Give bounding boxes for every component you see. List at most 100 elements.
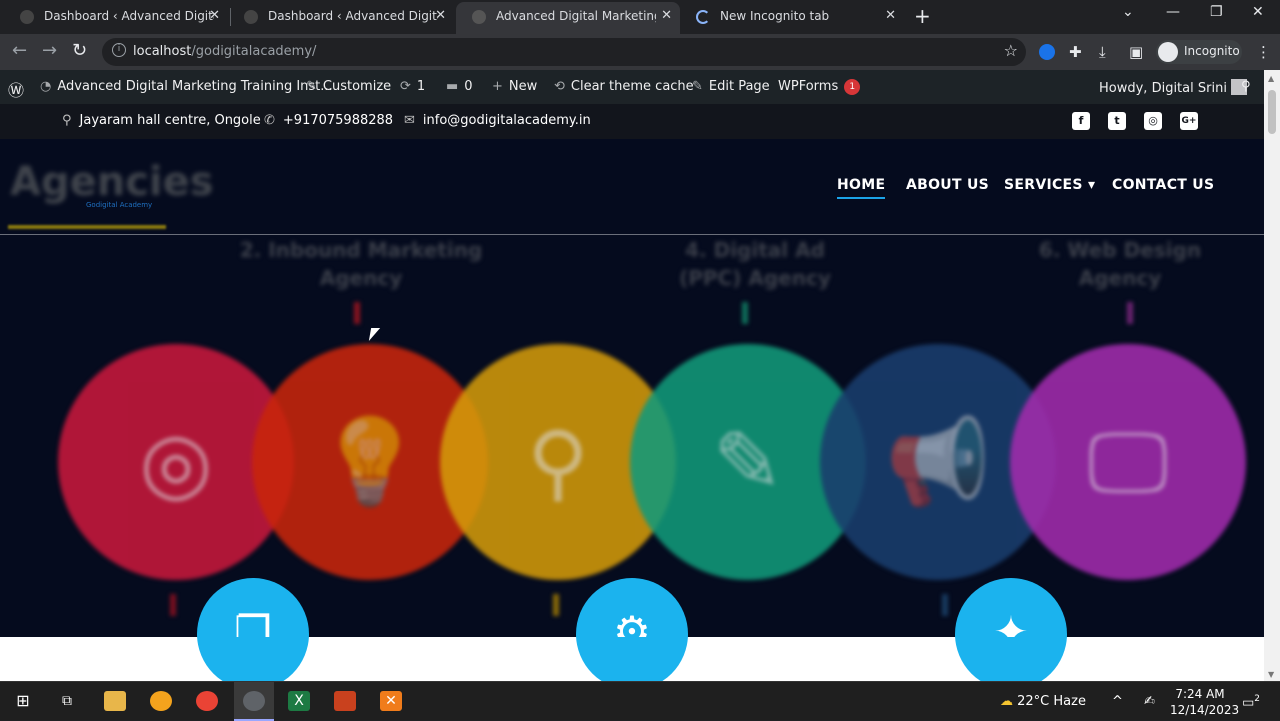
- notification-icon[interactable]: ▭2: [1242, 694, 1260, 710]
- agency-label-line: 6. Web Design: [1038, 238, 1202, 262]
- browser-tab-4[interactable]: New Incognito tab ✕: [680, 2, 904, 34]
- admin-customize[interactable]: ✎ Customize: [306, 79, 391, 94]
- admin-comments[interactable]: ▬ 0: [446, 79, 473, 94]
- forward-icon[interactable]: →: [42, 40, 57, 61]
- site-top-bar: ⚲ Jayaram hall centre, Ongole ✆ +917075988…: [0, 104, 1264, 139]
- admin-edit-page[interactable]: ✎ Edit Page: [692, 79, 770, 94]
- clear-cache-label: Clear theme cache: [570, 79, 694, 94]
- reload-icon[interactable]: ↻: [72, 40, 87, 61]
- extensions-puzzle-icon[interactable]: ✚: [1069, 43, 1082, 61]
- instagram-icon[interactable]: ◎: [1144, 112, 1162, 130]
- scroll-thumb[interactable]: [1268, 90, 1276, 134]
- incognito-icon: [1158, 42, 1178, 62]
- admin-wpforms[interactable]: WPForms 1: [778, 79, 861, 95]
- window-close-icon[interactable]: ✕: [1252, 4, 1264, 20]
- location-pin-icon: ⚲: [62, 113, 72, 128]
- lightbulb-icon: 💡: [317, 412, 423, 511]
- email-info[interactable]: ✉ info@godigitalacademy.in: [404, 113, 591, 128]
- bubble-shape: [576, 637, 688, 681]
- envelope-icon: ✉: [404, 113, 415, 128]
- site-name-label: Advanced Digital Marketing Training Inst…: [57, 79, 333, 94]
- app-icon[interactable]: [150, 691, 172, 711]
- nav-about-us[interactable]: ABOUT US: [906, 177, 989, 193]
- close-icon[interactable]: ✕: [209, 2, 220, 30]
- nav-services[interactable]: SERVICES ▾: [1004, 177, 1095, 193]
- browser-tab-1[interactable]: Dashboard ‹ Advanced Digital Marketing ✕: [4, 2, 228, 34]
- incognito-profile-button[interactable]: Incognito: [1156, 40, 1242, 64]
- site-logo[interactable]: Agencies: [10, 159, 214, 205]
- up-arrow-red: [170, 594, 176, 616]
- file-explorer-icon[interactable]: [104, 691, 126, 711]
- tab-favicon: [472, 10, 486, 24]
- tray-chevron-icon[interactable]: ^: [1112, 694, 1123, 709]
- office-icon[interactable]: [334, 691, 356, 711]
- site-info-icon[interactable]: i: [112, 43, 126, 57]
- extension-icon[interactable]: [1039, 44, 1055, 60]
- weather-icon: ☁: [1000, 694, 1013, 709]
- logo-subtitle: Godigital Academy: [86, 201, 153, 209]
- nav-home[interactable]: HOME: [837, 177, 886, 199]
- close-icon[interactable]: ✕: [661, 2, 672, 30]
- pencil-icon: ✎: [712, 413, 784, 511]
- restore-icon[interactable]: ❐: [1210, 4, 1223, 20]
- brush-icon: ✎: [306, 79, 317, 94]
- page-scrollbar[interactable]: ▲ ▼: [1264, 70, 1280, 681]
- twitter-icon[interactable]: t: [1108, 112, 1126, 130]
- facebook-icon[interactable]: f: [1072, 112, 1090, 130]
- notification-count: 2: [1254, 694, 1261, 704]
- minimize-icon[interactable]: —: [1166, 4, 1180, 20]
- admin-howdy[interactable]: Howdy, Digital Srini: [1099, 79, 1247, 96]
- admin-new[interactable]: + New: [492, 79, 537, 94]
- pen-icon[interactable]: ✍: [1144, 694, 1155, 709]
- wp-admin-bar: Ⓦ ◔ Advanced Digital Marketing Training I…: [0, 70, 1264, 104]
- plus-icon: +: [492, 79, 503, 94]
- chrome-icon[interactable]: [196, 691, 218, 711]
- hero-agencies-graphic: 2. Inbound Marketing Agency 4. Digital A…: [0, 236, 1264, 637]
- scroll-up-icon[interactable]: ▲: [1268, 74, 1274, 83]
- close-icon[interactable]: ✕: [885, 2, 896, 30]
- download-icon[interactable]: ⤓: [1099, 43, 1106, 61]
- task-view-icon[interactable]: ⧉: [56, 691, 78, 711]
- weather-widget[interactable]: ☁ 22°C Haze: [1000, 694, 1086, 709]
- scroll-down-icon[interactable]: ▼: [1268, 670, 1274, 679]
- admin-clear-cache[interactable]: ⟲ Clear theme cache: [554, 79, 694, 94]
- admin-updates[interactable]: ⟳ 1: [400, 79, 425, 94]
- site-header: Agencies Godigital Academy HOME ABOUT US…: [0, 139, 1264, 235]
- close-icon[interactable]: ✕: [435, 2, 446, 30]
- clock-time: 7:24 AM: [1175, 687, 1225, 701]
- chrome-incognito-icon[interactable]: [243, 691, 265, 711]
- xampp-icon[interactable]: ✕: [380, 691, 402, 711]
- bookmark-star-icon[interactable]: ☆: [1004, 41, 1018, 60]
- browser-tab-2[interactable]: Dashboard ‹ Advanced Digital Marketing ✕: [228, 2, 454, 34]
- bubble-overflow: [197, 637, 309, 681]
- magnifier-icon: ⚲: [527, 413, 589, 511]
- system-clock[interactable]: 7:24 AM 12/14/2023: [1170, 686, 1239, 718]
- up-arrow-yellow: [553, 594, 559, 616]
- bubble-shape: [197, 637, 309, 681]
- admin-search-icon[interactable]: ⚲: [1241, 79, 1251, 94]
- url-host: localhost: [133, 44, 192, 59]
- agency-label-line: 2. Inbound Marketing: [239, 238, 483, 262]
- phone-info[interactable]: ✆ +917075988288: [264, 113, 393, 128]
- admin-site-name[interactable]: ◔ Advanced Digital Marketing Training Ins…: [40, 79, 333, 94]
- back-icon[interactable]: ←: [12, 40, 27, 61]
- up-arrow-blue: [942, 594, 948, 616]
- url-text[interactable]: localhost/godigitalacademy/: [133, 44, 316, 59]
- side-panel-icon[interactable]: ▣: [1129, 43, 1143, 61]
- customize-label: Customize: [322, 79, 392, 94]
- wordpress-logo-icon[interactable]: Ⓦ: [8, 77, 24, 101]
- updates-icon: ⟳: [400, 79, 411, 94]
- new-tab-button[interactable]: +: [914, 4, 931, 28]
- browser-menu-icon[interactable]: ⋮: [1256, 43, 1271, 61]
- google-plus-icon[interactable]: G+: [1180, 112, 1198, 130]
- bubble-overflow: [955, 637, 1067, 681]
- browser-tab-3-active[interactable]: Advanced Digital Marketing Training ✕: [456, 2, 680, 34]
- wpforms-label: WPForms: [778, 79, 839, 94]
- address-bar[interactable]: i localhost/godigitalacademy/ ☆: [102, 38, 1026, 66]
- tab-title: New Incognito tab: [720, 9, 830, 23]
- url-path: /godigitalacademy/: [191, 44, 317, 59]
- tab-search-icon[interactable]: ⌄: [1122, 4, 1134, 20]
- excel-icon[interactable]: X: [288, 691, 310, 711]
- windows-start-icon[interactable]: ⊞: [12, 691, 34, 711]
- nav-contact-us[interactable]: CONTACT US: [1112, 177, 1214, 193]
